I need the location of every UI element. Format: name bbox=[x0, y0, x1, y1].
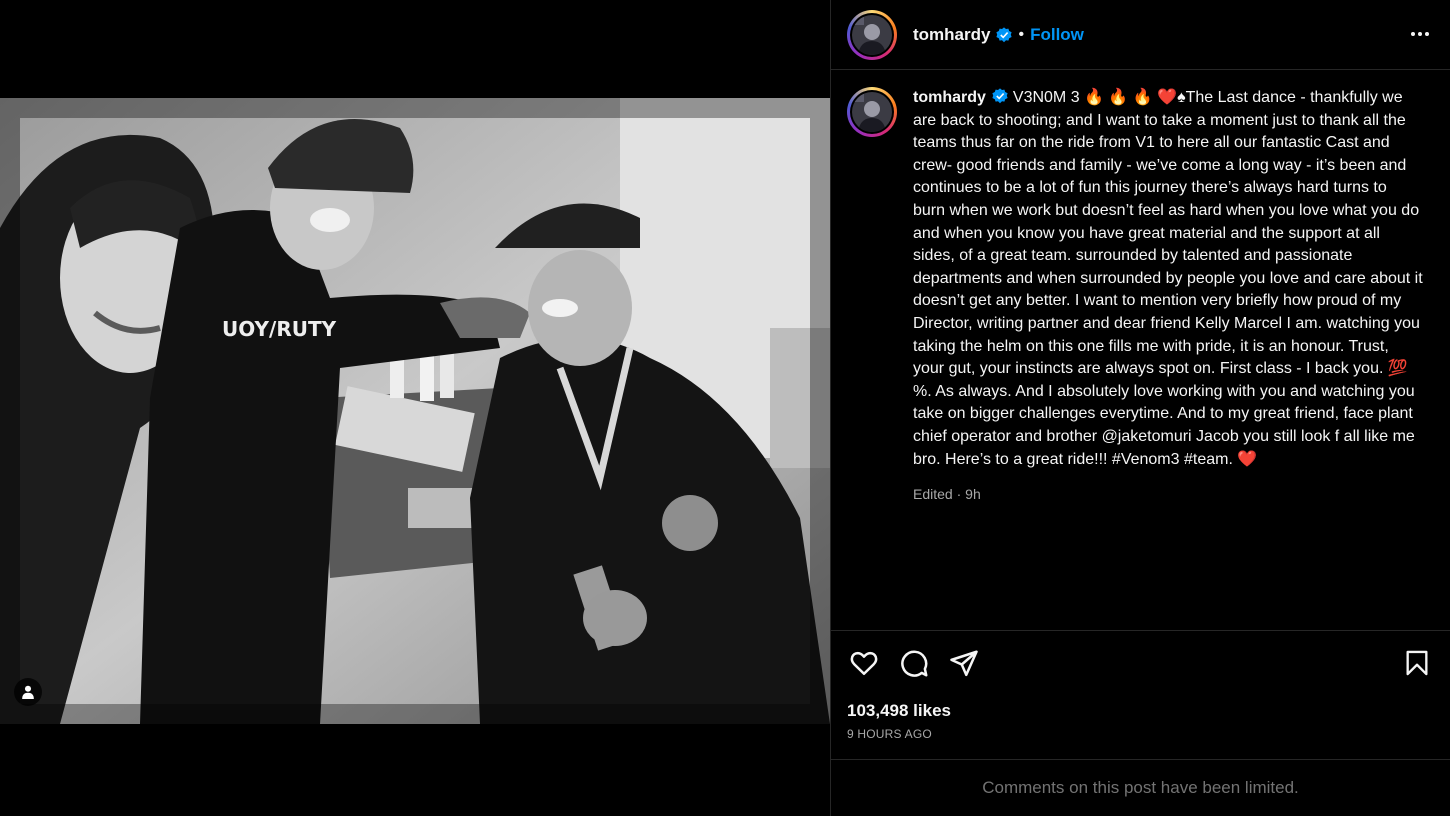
edited-separator: · bbox=[956, 486, 962, 503]
avatar[interactable] bbox=[847, 9, 897, 60]
heart-glyph bbox=[850, 651, 878, 675]
user-tag-glyph bbox=[22, 685, 34, 699]
caption: tomhardy V3N0M 3 🔥 🔥 🔥 ❤️♠The Last dance… bbox=[847, 87, 1434, 506]
bookmark-icon[interactable] bbox=[1400, 646, 1434, 680]
bookmark-glyph bbox=[1406, 650, 1428, 676]
edited-label: Edited bbox=[913, 486, 953, 503]
post-side-panel: tomhardy • Follow tomhardy V3N0M 3 🔥 🔥 🔥… bbox=[830, 0, 1450, 816]
caption-meta: Edited · 9h bbox=[913, 483, 1423, 506]
post-header: tomhardy • Follow bbox=[831, 0, 1450, 70]
verified-badge-icon bbox=[996, 26, 1013, 42]
action-icons bbox=[847, 631, 1434, 695]
comments-area: tomhardy V3N0M 3 🔥 🔥 🔥 ❤️♠The Last dance… bbox=[831, 71, 1450, 630]
photo-illustration: UOY/RUTY bbox=[0, 98, 830, 724]
comment-glyph bbox=[901, 650, 928, 677]
caption-body: tomhardy V3N0M 3 🔥 🔥 🔥 ❤️♠The Last dance… bbox=[913, 87, 1423, 506]
share-icon[interactable] bbox=[947, 646, 981, 680]
header-username[interactable]: tomhardy bbox=[913, 25, 990, 45]
header-separator: • bbox=[1018, 25, 1025, 43]
post-photo[interactable]: UOY/RUTY bbox=[0, 98, 830, 724]
heart-icon[interactable] bbox=[847, 646, 881, 680]
svg-text:UOY/RUTY: UOY/RUTY bbox=[222, 317, 337, 341]
follow-button[interactable]: Follow bbox=[1030, 25, 1084, 45]
caption-avatar[interactable] bbox=[847, 87, 897, 137]
post-timestamp[interactable]: 9 HOURS AGO bbox=[847, 727, 1434, 741]
actions-section: 103,498 likes 9 HOURS AGO bbox=[831, 630, 1450, 760]
caption-username[interactable]: tomhardy bbox=[913, 89, 986, 106]
avatar-image bbox=[852, 14, 892, 55]
share-glyph bbox=[950, 650, 978, 677]
more-options-icon[interactable] bbox=[1408, 22, 1432, 46]
caption-prefix: V3N0M 3 🔥 🔥 🔥 ❤️♠ bbox=[1012, 89, 1186, 106]
caption-avatar-image bbox=[852, 92, 892, 132]
user-tag-icon[interactable] bbox=[14, 678, 42, 706]
likes-count[interactable]: 103,498 likes bbox=[847, 701, 1434, 721]
caption-text: The Last dance - thankfully we are back … bbox=[913, 89, 1428, 468]
media-pane: UOY/RUTY bbox=[0, 0, 830, 816]
comment-icon[interactable] bbox=[897, 646, 931, 680]
avatar-illustration bbox=[852, 14, 892, 55]
caption-verified-badge-icon bbox=[992, 88, 1008, 104]
edited-age: 9h bbox=[965, 486, 981, 503]
comments-limited-notice: Comments on this post have been limited. bbox=[982, 778, 1299, 797]
caption-avatar-inner bbox=[850, 90, 894, 134]
avatar-inner bbox=[850, 12, 894, 57]
caption-avatar-illustration bbox=[852, 92, 892, 132]
